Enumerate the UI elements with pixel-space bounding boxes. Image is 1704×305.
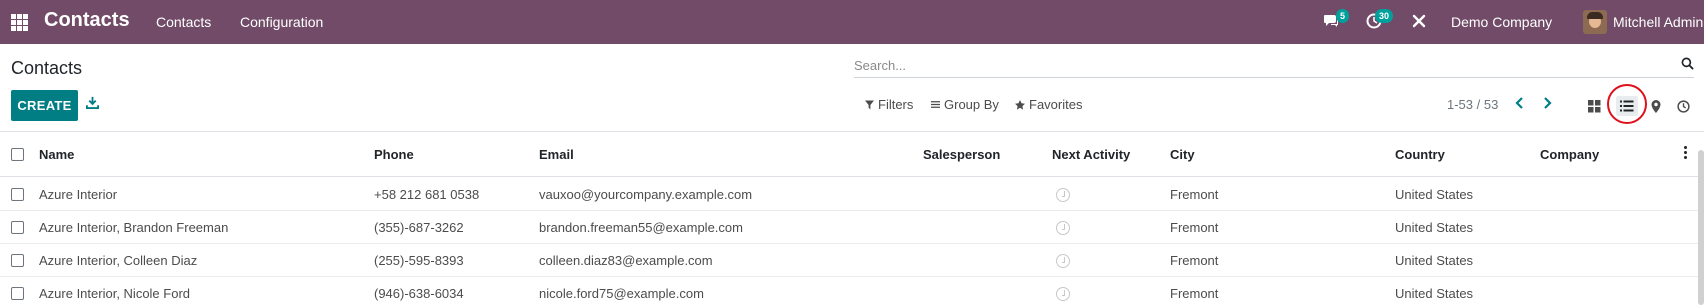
apps-menu-icon[interactable]	[11, 14, 28, 31]
search-bar	[854, 54, 1694, 78]
cell-email: nicole.ford75@example.com	[539, 286, 704, 301]
group-by-button[interactable]: Group By	[931, 97, 999, 112]
row-checkbox[interactable]	[11, 221, 24, 234]
cell-email: brandon.freeman55@example.com	[539, 220, 743, 235]
activities-badge: 30	[1375, 9, 1394, 23]
create-button[interactable]: CREATE	[11, 90, 78, 121]
column-header-name[interactable]: Name	[39, 147, 74, 162]
column-header-city[interactable]: City	[1170, 147, 1195, 162]
company-switcher[interactable]: Demo Company	[1451, 14, 1552, 30]
pager-next-icon[interactable]	[1541, 96, 1553, 113]
cell-name: Azure Interior, Brandon Freeman	[39, 220, 229, 235]
cell-city: Fremont	[1170, 220, 1219, 235]
cell-email: colleen.diaz83@example.com	[539, 253, 713, 268]
cell-phone: (355)-687-3262	[374, 220, 464, 235]
favorites-button[interactable]: Favorites	[1015, 97, 1082, 112]
group-by-icon	[931, 101, 940, 108]
page-title: Contacts	[11, 58, 83, 78]
table-header: Name Phone Email Salesperson Next Activi…	[0, 132, 1704, 177]
messages-badge: 5	[1336, 9, 1350, 23]
filters-label: Filters	[878, 97, 914, 112]
star-icon	[1015, 99, 1025, 110]
menu-contacts[interactable]: Contacts	[156, 14, 211, 30]
download-icon[interactable]	[86, 96, 99, 112]
cell-phone: +58 212 681 0538	[374, 187, 480, 202]
next-activity-clock-icon[interactable]	[1056, 254, 1070, 268]
map-view-icon[interactable]	[1645, 96, 1667, 116]
cell-email: vauxoo@yourcompany.example.com	[539, 187, 753, 202]
row-checkbox[interactable]	[11, 254, 24, 267]
column-header-company[interactable]: Company	[1540, 147, 1599, 162]
table-row[interactable]: Azure Interior, Colleen Diaz (255)-595-8…	[0, 244, 1704, 277]
pager-previous-icon[interactable]	[1514, 96, 1526, 113]
tools-icon[interactable]	[1411, 13, 1427, 32]
search-input[interactable]	[854, 54, 1654, 76]
vertical-scrollbar[interactable]	[1698, 150, 1704, 305]
user-menu[interactable]: Mitchell Admin	[1613, 14, 1703, 30]
column-header-next-activity[interactable]: Next Activity	[1052, 147, 1130, 162]
cell-country: United States	[1395, 286, 1474, 301]
cell-name: Azure Interior	[39, 187, 118, 202]
table-row[interactable]: Azure Interior +58 212 681 0538 vauxoo@y…	[0, 178, 1704, 211]
filter-icon	[865, 100, 874, 109]
highlight-circle	[1607, 84, 1647, 124]
search-icon[interactable]	[1681, 57, 1694, 73]
cell-name: Azure Interior, Nicole Ford	[39, 286, 191, 301]
next-activity-clock-icon[interactable]	[1056, 188, 1070, 202]
select-all-checkbox[interactable]	[11, 148, 24, 161]
cell-city: Fremont	[1170, 253, 1219, 268]
cell-city: Fremont	[1170, 286, 1219, 301]
column-header-email[interactable]: Email	[539, 147, 574, 162]
table-row[interactable]: Azure Interior, Nicole Ford (946)-638-60…	[0, 277, 1704, 305]
activity-view-icon[interactable]	[1672, 96, 1694, 116]
pager-value[interactable]: 1-53 / 53	[1447, 97, 1498, 112]
cell-city: Fremont	[1170, 187, 1219, 202]
next-activity-clock-icon[interactable]	[1056, 287, 1070, 301]
column-header-phone[interactable]: Phone	[374, 147, 414, 162]
group-by-label: Group By	[944, 97, 999, 112]
user-avatar[interactable]	[1583, 10, 1607, 34]
optional-columns-icon[interactable]	[1684, 146, 1688, 160]
cell-country: United States	[1395, 253, 1474, 268]
column-header-country[interactable]: Country	[1395, 147, 1445, 162]
row-checkbox[interactable]	[11, 287, 24, 300]
kanban-view-icon[interactable]	[1583, 96, 1605, 116]
app-brand[interactable]: Contacts	[44, 9, 130, 32]
cell-name: Azure Interior, Colleen Diaz	[39, 253, 198, 268]
top-navbar: Contacts Contacts Configuration 5 30 Dem…	[0, 0, 1704, 44]
favorites-label: Favorites	[1029, 97, 1083, 112]
cell-phone: (255)-595-8393	[374, 253, 464, 268]
column-header-salesperson[interactable]: Salesperson	[923, 147, 1000, 162]
menu-configuration[interactable]: Configuration	[240, 14, 323, 30]
filters-button[interactable]: Filters	[865, 97, 913, 112]
cell-phone: (946)-638-6034	[374, 286, 464, 301]
cell-country: United States	[1395, 187, 1474, 202]
table-row[interactable]: Azure Interior, Brandon Freeman (355)-68…	[0, 211, 1704, 244]
cell-country: United States	[1395, 220, 1474, 235]
next-activity-clock-icon[interactable]	[1056, 221, 1070, 235]
row-checkbox[interactable]	[11, 188, 24, 201]
